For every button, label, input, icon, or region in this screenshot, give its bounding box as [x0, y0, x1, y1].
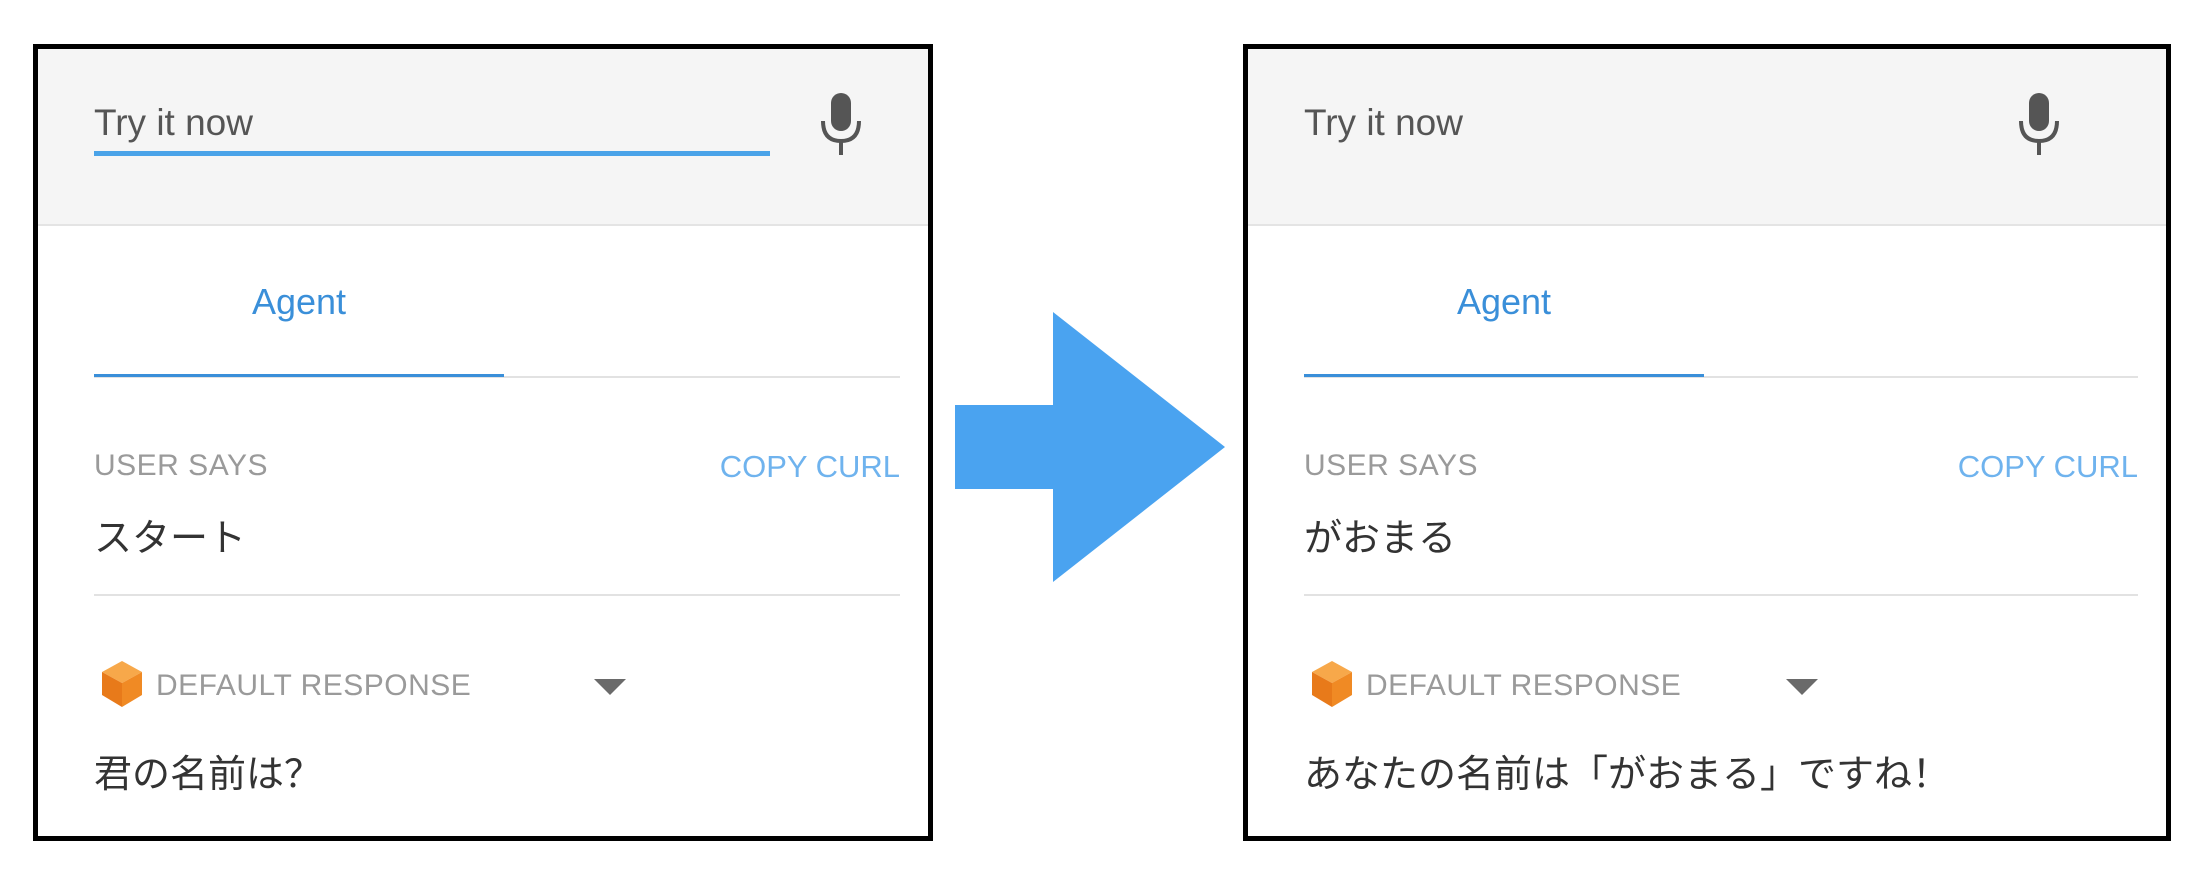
- try-it-now-input[interactable]: Try it now: [1304, 95, 1980, 151]
- tab-agent[interactable]: Agent: [94, 274, 504, 377]
- tab-active-indicator: [94, 374, 504, 377]
- user-says-section: USER SAYS COPY CURL スタート: [94, 449, 900, 596]
- default-response-section: DEFAULT RESPONSE 君の名前は？: [94, 661, 900, 811]
- tab-agent-label: Agent: [251, 281, 347, 322]
- try-it-now-bar: Try it now: [1248, 49, 2166, 226]
- tab-active-indicator: [1304, 374, 1704, 377]
- user-says-text: がおまる: [1304, 518, 1457, 560]
- right-arrow-icon: [955, 312, 1225, 582]
- chevron-down-icon[interactable]: [1786, 679, 1818, 695]
- default-response-section: DEFAULT RESPONSE あなたの名前は「がおまる」ですね！: [1304, 661, 2138, 811]
- agent-cube-icon: [1312, 661, 1352, 707]
- chevron-down-icon[interactable]: [594, 679, 626, 695]
- default-response-label: DEFAULT RESPONSE: [156, 669, 472, 702]
- tab-agent[interactable]: Agent: [1304, 274, 1704, 377]
- microphone-icon[interactable]: [820, 93, 862, 155]
- user-says-text: スタート: [94, 518, 247, 560]
- agent-cube-icon: [102, 661, 142, 707]
- default-response-header: DEFAULT RESPONSE: [1304, 661, 2138, 715]
- user-says-section: USER SAYS COPY CURL がおまる: [1304, 449, 2138, 596]
- default-response-label: DEFAULT RESPONSE: [1366, 669, 1682, 702]
- tab-strip: Agent: [1304, 274, 2138, 378]
- try-it-now-bar: Try it now: [38, 49, 928, 226]
- try-it-now-input[interactable]: Try it now: [94, 95, 770, 156]
- default-response-header: DEFAULT RESPONSE: [94, 661, 900, 715]
- tab-strip: Agent: [94, 274, 900, 378]
- agent-test-console-before: Try it now Agent USER SAYS COPY CURL スター…: [33, 44, 933, 841]
- copy-curl-button[interactable]: COPY CURL: [720, 449, 900, 485]
- comparison-stage: Try it now Agent USER SAYS COPY CURL スター…: [0, 0, 2210, 894]
- microphone-icon[interactable]: [2018, 93, 2060, 155]
- agent-test-console-after: Try it now Agent USER SAYS COPY CURL がおま…: [1243, 44, 2171, 841]
- copy-curl-button[interactable]: COPY CURL: [1958, 449, 2138, 485]
- default-response-text: あなたの名前は「がおまる」ですね！: [1304, 754, 1951, 796]
- tab-agent-label: Agent: [1456, 281, 1552, 322]
- default-response-text: 君の名前は？: [94, 754, 323, 796]
